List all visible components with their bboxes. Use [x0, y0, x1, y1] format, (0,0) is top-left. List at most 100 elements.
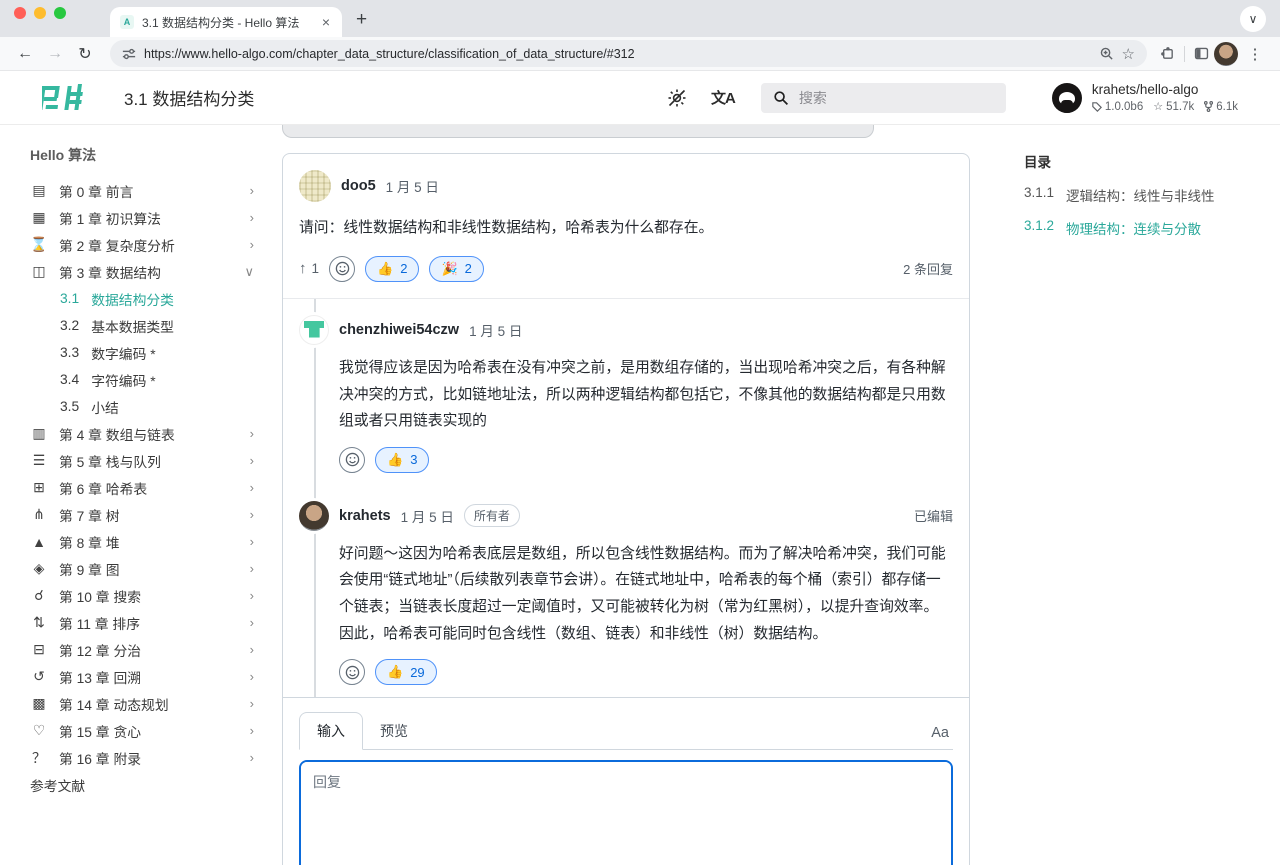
chevron-right-icon: › — [250, 669, 260, 684]
book-icon: ▤ — [30, 182, 48, 199]
window-close-button[interactable] — [14, 7, 26, 19]
chevron-right-icon: › — [250, 588, 260, 603]
reply-author[interactable]: chenzhiwei54czw — [339, 322, 459, 338]
comment-author[interactable]: doo5 — [341, 178, 376, 194]
avatar[interactable] — [299, 501, 329, 531]
repo-forks: 6.1k — [1204, 101, 1238, 113]
table-of-contents: 目录 3.1.1 逻辑结构：线性与非线性 3.1.2 物理结构：连续与分散 — [972, 125, 1280, 865]
zoom-page-icon[interactable] — [1099, 46, 1114, 61]
sidebar-item-3-2[interactable]: 3.2 基本数据类型 — [30, 312, 260, 339]
reaction-thumbsup[interactable]: 👍2 — [365, 256, 419, 282]
sidebar-item-chapter-8[interactable]: ▲ 第 8 章 堆 › — [30, 528, 260, 555]
tab-write[interactable]: 输入 — [299, 712, 363, 750]
repo-name: krahets/hello-algo — [1092, 82, 1238, 97]
window-controls — [14, 0, 66, 37]
sidebar-item-chapter-10[interactable]: ☌ 第 10 章 搜索 › — [30, 582, 260, 609]
sidebar-item-chapter-2[interactable]: ⌛ 第 2 章 复杂度分析 › — [30, 231, 260, 258]
extensions-puzzle-icon[interactable] — [1159, 45, 1176, 62]
sidebar-site-title: Hello 算法 — [30, 145, 260, 165]
reply-body: 我觉得应该是因为哈希表在没有冲突之前，是用数组存储的，当出现哈希冲突之后，有各种… — [339, 355, 953, 435]
sidebar-item-chapter-16[interactable]: ？ 第 16 章 附录 › — [30, 744, 260, 771]
sidebar-item-chapter-1[interactable]: ▦ 第 1 章 初识算法 › — [30, 204, 260, 231]
sidebar-item-chapter-7[interactable]: ⋔ 第 7 章 树 › — [30, 501, 260, 528]
chevron-right-icon: › — [250, 723, 260, 738]
browser-toolbar: ← → ↻ https://www.hello-algo.com/chapter… — [0, 37, 1280, 71]
add-reaction-button[interactable] — [339, 447, 365, 473]
question-icon: ？ — [30, 748, 48, 768]
tab-preview[interactable]: 预览 — [363, 713, 425, 749]
add-reaction-button[interactable] — [329, 256, 355, 282]
chevron-right-icon: › — [250, 750, 260, 765]
reply-author[interactable]: krahets — [339, 508, 391, 524]
new-tab-button[interactable]: + — [356, 9, 367, 31]
reply-textarea[interactable] — [301, 762, 951, 865]
url-bar[interactable]: https://www.hello-algo.com/chapter_data_… — [110, 40, 1147, 67]
edited-label: 已编辑 — [914, 506, 953, 525]
reaction-thumbsup[interactable]: 👍29 — [375, 659, 437, 685]
chevron-right-icon: › — [250, 615, 260, 630]
sidebar-item-chapter-12[interactable]: ⊟ 第 12 章 分治 › — [30, 636, 260, 663]
browser-tab[interactable]: A 3.1 数据结构分类 - Hello 算法 × — [110, 7, 342, 37]
chevron-right-icon: › — [250, 480, 260, 495]
toolbar-divider — [1184, 46, 1185, 62]
site-settings-icon[interactable] — [122, 47, 136, 61]
sidebar-item-chapter-4[interactable]: ▥ 第 4 章 数组与链表 › — [30, 420, 260, 447]
sidebar-item-chapter-11[interactable]: ⇅ 第 11 章 排序 › — [30, 609, 260, 636]
browser-menu-kebab-icon[interactable]: ⋮ — [1242, 41, 1268, 67]
heap-icon: ▲ — [30, 534, 48, 550]
tree-icon: ⋔ — [30, 506, 48, 523]
sidebar-item-3-4[interactable]: 3.4 字符编码 * — [30, 366, 260, 393]
hash-table-icon: ⊞ — [30, 479, 48, 496]
toc-item-3-1-1[interactable]: 3.1.1 逻辑结构：线性与非线性 — [1024, 185, 1270, 205]
reload-button[interactable]: ↻ — [72, 41, 98, 67]
profile-avatar[interactable] — [1214, 42, 1238, 66]
tab-close-icon[interactable]: × — [320, 14, 332, 30]
window-minimize-button[interactable] — [34, 7, 46, 19]
back-button[interactable]: ← — [12, 41, 38, 67]
chevron-down-icon: ∨ — [244, 264, 260, 280]
sidebar-item-chapter-9[interactable]: ◈ 第 9 章 图 › — [30, 555, 260, 582]
reaction-thumbsup[interactable]: 👍3 — [375, 447, 429, 473]
chevron-right-icon: › — [250, 561, 260, 576]
forward-button[interactable]: → — [42, 41, 68, 67]
sidebar-item-3-1[interactable]: 3.1 数据结构分类 — [30, 285, 260, 312]
avatar[interactable] — [299, 315, 329, 345]
repo-source-link[interactable]: krahets/hello-algo 1.0.0b6 ☆ 51.7k 6.1k — [1052, 82, 1238, 113]
side-panel-icon[interactable] — [1193, 45, 1210, 62]
toc-title: 目录 — [1024, 151, 1270, 171]
sidebar-item-chapter-3[interactable]: ◫ 第 3 章 数据结构 ∨ — [30, 258, 260, 285]
search-icon — [773, 90, 789, 106]
sidebar-item-chapter-15[interactable]: ♡ 第 15 章 贪心 › — [30, 717, 260, 744]
search-chapter-icon: ☌ — [30, 587, 48, 604]
reply-editor: 输入 预览 Aa M↓ 取消 回复 — [283, 697, 969, 865]
sidebar-item-3-5[interactable]: 3.5 小结 — [30, 393, 260, 420]
add-reaction-button[interactable] — [339, 659, 365, 685]
reaction-tada[interactable]: 🎉2 — [429, 256, 483, 282]
sidebar-item-chapter-13[interactable]: ↺ 第 13 章 回溯 › — [30, 663, 260, 690]
bookmark-star-icon[interactable]: ☆ — [1122, 45, 1135, 63]
reply-input-box: M↓ — [299, 760, 953, 865]
reply-date: 1 月 5 日 — [469, 320, 522, 340]
chevron-right-icon: › — [250, 696, 260, 711]
chevron-right-icon: › — [250, 183, 260, 198]
text-format-icon[interactable]: Aa — [931, 725, 953, 749]
chevron-right-icon: › — [250, 534, 260, 549]
avatar[interactable] — [299, 170, 331, 202]
sidebar-item-chapter-6[interactable]: ⊞ 第 6 章 哈希表 › — [30, 474, 260, 501]
upvote-button[interactable]: ↑ 1 — [299, 260, 319, 277]
language-translate-icon[interactable]: 文A — [711, 87, 735, 108]
search-box[interactable]: 搜索 — [761, 83, 1006, 113]
reply-body: 好问题～这因为哈希表底层是数组，所以包含线性数据结构。而为了解决哈希冲突，我们可… — [339, 541, 953, 648]
sidebar-item-chapter-5[interactable]: ☰ 第 5 章 栈与队列 › — [30, 447, 260, 474]
sidebar-item-chapter-0[interactable]: ▤ 第 0 章 前言 › — [30, 177, 260, 204]
theme-toggle-icon[interactable] — [667, 88, 687, 108]
sidebar-item-chapter-14[interactable]: ▩ 第 14 章 动态规划 › — [30, 690, 260, 717]
sidebar-item-3-3[interactable]: 3.3 数字编码 * — [30, 339, 260, 366]
hello-algo-logo[interactable] — [42, 84, 98, 112]
tab-search-chevron-icon[interactable]: ∨ — [1240, 6, 1266, 32]
comment-body: 请问：线性数据结构和非线性数据结构，哈希表为什么都存在。 — [299, 216, 953, 242]
upvote-arrow-icon: ↑ — [299, 260, 307, 277]
toc-item-3-1-2[interactable]: 3.1.2 物理结构：连续与分散 — [1024, 218, 1270, 238]
window-zoom-button[interactable] — [54, 7, 66, 19]
sidebar-item-references[interactable]: 参考文献 — [30, 771, 260, 798]
